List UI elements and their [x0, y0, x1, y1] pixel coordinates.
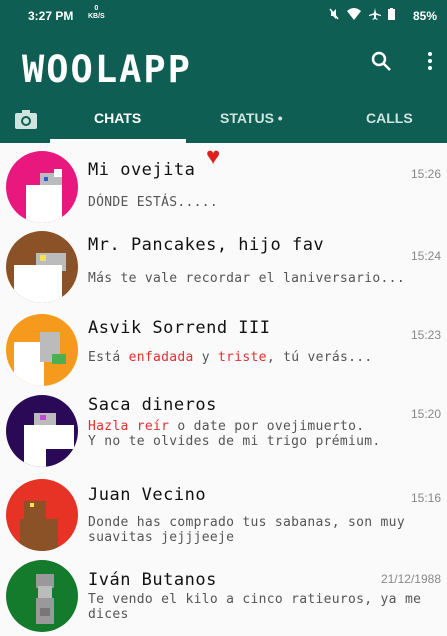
status-icons	[328, 8, 395, 23]
chat-row[interactable]: Iván Butanos 21/12/1988 Te vendo el kilo…	[0, 556, 447, 636]
search-icon[interactable]	[370, 50, 392, 72]
chat-time: 15:24	[410, 249, 441, 263]
tab-bar: CHATS STATUS • CALLS	[0, 100, 447, 143]
avatar	[6, 479, 78, 551]
avatar	[6, 314, 78, 386]
avatar	[6, 560, 78, 632]
chat-name: Iván Butanos	[88, 570, 217, 590]
mute-icon	[329, 8, 339, 20]
chat-time: 15:16	[410, 491, 441, 505]
tab-status[interactable]: STATUS •	[220, 110, 283, 126]
camera-icon[interactable]	[14, 108, 38, 130]
chat-name: Mr. Pancakes, hijo fav	[88, 235, 325, 255]
chat-preview: Más te vale recordar el laniversario...	[88, 271, 405, 286]
avatar	[6, 395, 78, 467]
chat-row[interactable]: Saca dineros 15:20 Hazla reír o date por…	[0, 391, 447, 473]
chat-time: 15:23	[410, 328, 441, 342]
chat-name: Asvik Sorrend III	[88, 318, 271, 338]
chat-name: Mi ovejita	[88, 160, 196, 180]
app-bar: WOOLAPP CHATS STATUS • CALLS	[0, 30, 447, 143]
network-speed: 0 KB/S	[88, 5, 105, 20]
chat-preview: Hazla reír o date por ovejimuerto.	[88, 419, 365, 434]
battery-percent: 85%	[412, 9, 437, 23]
tab-calls[interactable]: CALLS	[366, 110, 413, 126]
chat-name: Juan Vecino	[88, 485, 207, 505]
battery-icon	[388, 8, 395, 20]
chat-list: Mi ovejita ♥ 15:26 DÓNDE ESTÁS..... Mr. …	[0, 143, 447, 636]
chat-preview: DÓNDE ESTÁS.....	[88, 195, 219, 210]
airplane-icon	[368, 8, 381, 20]
chat-row[interactable]: Mi ovejita ♥ 15:26 DÓNDE ESTÁS.....	[0, 143, 447, 229]
chat-name: Saca dineros	[88, 395, 217, 415]
chat-preview-line2: Y no te olvides de mi trigo prémium.	[88, 434, 381, 449]
chat-row[interactable]: Mr. Pancakes, hijo fav 15:24 Más te vale…	[0, 227, 447, 309]
chat-preview: Te vendo el kilo a cinco ratieuros, ya m…	[88, 592, 422, 622]
chat-preview: Está enfadada y triste, tú verás...	[88, 350, 373, 365]
avatar	[6, 151, 78, 223]
chat-time: 15:26	[410, 167, 441, 181]
status-bar: 3:27 PM 0 KB/S 85%	[0, 0, 447, 30]
chat-row[interactable]: Juan Vecino 15:16 Donde has comprado tus…	[0, 475, 447, 557]
wifi-icon	[347, 8, 362, 20]
chat-row[interactable]: Asvik Sorrend III 15:23 Está enfadada y …	[0, 310, 447, 392]
chat-time: 21/12/1988	[380, 572, 441, 586]
tab-chats[interactable]: CHATS	[94, 110, 141, 126]
chat-preview: Donde has comprado tus sabanas, son muy …	[88, 515, 405, 545]
avatar	[6, 231, 78, 303]
heart-icon: ♥	[206, 143, 221, 170]
more-options-icon[interactable]	[424, 50, 436, 72]
app-title: WOOLAPP	[22, 48, 192, 91]
status-time: 3:27 PM	[28, 9, 74, 23]
